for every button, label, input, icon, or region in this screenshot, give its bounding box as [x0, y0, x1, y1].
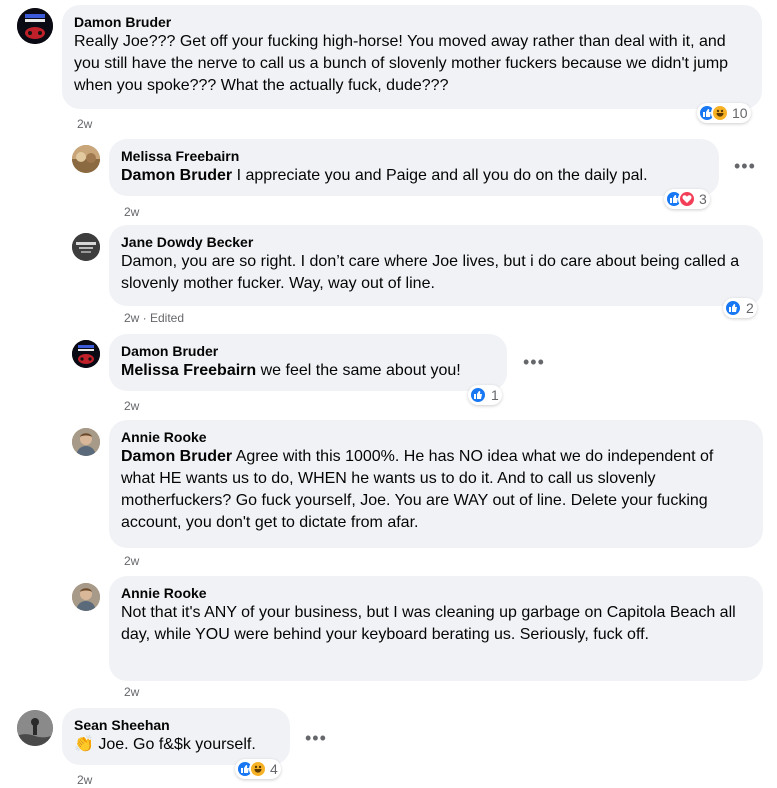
like-reaction-icon — [724, 299, 742, 317]
comment-text: Really Joe??? Get off your fucking high-… — [74, 33, 729, 94]
comment-author[interactable]: Damon Bruder — [121, 342, 495, 360]
reaction-count: 4 — [270, 761, 278, 777]
comment-timestamp[interactable]: 2w — [124, 204, 139, 220]
reply: Damon Bruder Melissa Freebairn we feel t… — [0, 332, 777, 418]
comment-text-body: I appreciate you and Paige and all you d… — [232, 167, 648, 184]
reaction-summary[interactable]: 4 — [235, 759, 281, 779]
comment-text: Damon, you are so right. I don’t care wh… — [121, 253, 740, 292]
comment-bubble: Melissa Freebairn Damon Bruder I appreci… — [109, 139, 719, 196]
comment-bubble: Damon Bruder Melissa Freebairn we feel t… — [109, 334, 507, 391]
reply: Annie Rooke Damon Bruder Agree with this… — [0, 418, 777, 574]
avatar-image — [72, 233, 100, 261]
comment-timestamp[interactable]: 2w — [77, 116, 92, 132]
comment-text: Melissa Freebairn we feel the same about… — [121, 360, 495, 382]
comment-bubble: Damon Bruder Really Joe??? Get off your … — [62, 5, 762, 109]
comment: Sean Sheehan 👏 Joe. Go f&$k yourself. ••… — [0, 704, 777, 787]
comment-bubble: Jane Dowdy Becker Damon, you are so righ… — [109, 225, 763, 306]
comment-timestamp[interactable]: 2w — [124, 398, 139, 414]
comment-author[interactable]: Jane Dowdy Becker — [121, 233, 751, 251]
reaction-count: 2 — [746, 300, 754, 316]
haha-reaction-icon — [711, 104, 729, 122]
reaction-summary[interactable]: 10 — [697, 103, 751, 123]
comment-bubble: Annie Rooke Damon Bruder Agree with this… — [109, 420, 763, 548]
comment-author[interactable]: Annie Rooke — [121, 584, 751, 602]
avatar[interactable] — [72, 340, 100, 368]
reaction-summary[interactable]: 3 — [664, 189, 710, 209]
avatar-image — [72, 583, 100, 611]
reaction-summary[interactable]: 2 — [723, 298, 757, 318]
comment-timestamp[interactable]: 2w — [124, 684, 139, 700]
avatar[interactable] — [72, 145, 100, 173]
comment-author[interactable]: Melissa Freebairn — [121, 147, 707, 165]
mention-link[interactable]: Damon Bruder — [121, 167, 232, 184]
comment-timestamp[interactable]: 2w · Edited — [124, 310, 184, 326]
avatar[interactable] — [72, 583, 100, 611]
haha-reaction-icon — [249, 760, 267, 778]
comment-text: Not that it's ANY of your business, but … — [121, 604, 736, 643]
comment-text-body: Joe. Go f&$k yourself. — [93, 736, 256, 753]
more-options-icon[interactable]: ••• — [523, 353, 545, 371]
reply: Annie Rooke Not that it's ANY of your bu… — [0, 574, 777, 704]
reaction-count: 3 — [699, 191, 707, 207]
avatar[interactable] — [72, 428, 100, 456]
comment-text: 👏 Joe. Go f&$k yourself. — [74, 734, 278, 756]
avatar[interactable] — [17, 710, 53, 746]
mention-link[interactable]: Damon Bruder — [121, 448, 232, 465]
avatar-image — [72, 340, 100, 368]
like-reaction-icon — [469, 386, 487, 404]
clapping-hands-icon: 👏 — [74, 736, 94, 753]
comment-bubble: Sean Sheehan 👏 Joe. Go f&$k yourself. — [62, 708, 290, 765]
reply: Jane Dowdy Becker Damon, you are so righ… — [0, 222, 777, 332]
comment-timestamp[interactable]: 2w — [124, 553, 139, 569]
reaction-summary[interactable]: 1 — [468, 385, 502, 405]
comment-text-body: we feel the same about you! — [256, 362, 461, 379]
mention-link[interactable]: Melissa Freebairn — [121, 362, 256, 379]
avatar-image — [17, 8, 53, 44]
avatar-image — [72, 145, 100, 173]
avatar[interactable] — [17, 8, 53, 44]
comment-timestamp[interactable]: 2w — [77, 772, 92, 788]
comment-text: Damon Bruder I appreciate you and Paige … — [121, 165, 707, 187]
comment-text: Damon Bruder Agree with this 1000%. He h… — [121, 446, 751, 534]
reaction-count: 1 — [491, 387, 499, 403]
reply: Melissa Freebairn Damon Bruder I appreci… — [0, 134, 777, 222]
love-reaction-icon — [678, 190, 696, 208]
avatar[interactable] — [72, 233, 100, 261]
reaction-count: 10 — [732, 105, 748, 121]
comment-bubble: Annie Rooke Not that it's ANY of your bu… — [109, 576, 763, 681]
comment-author[interactable]: Annie Rooke — [121, 428, 751, 446]
avatar-image — [72, 428, 100, 456]
comment-author[interactable]: Sean Sheehan — [74, 716, 278, 734]
comment-author[interactable]: Damon Bruder — [74, 13, 750, 31]
more-options-icon[interactable]: ••• — [734, 157, 756, 175]
avatar-image — [17, 710, 53, 746]
more-options-icon[interactable]: ••• — [305, 729, 327, 747]
comment: Damon Bruder Really Joe??? Get off your … — [0, 0, 777, 134]
